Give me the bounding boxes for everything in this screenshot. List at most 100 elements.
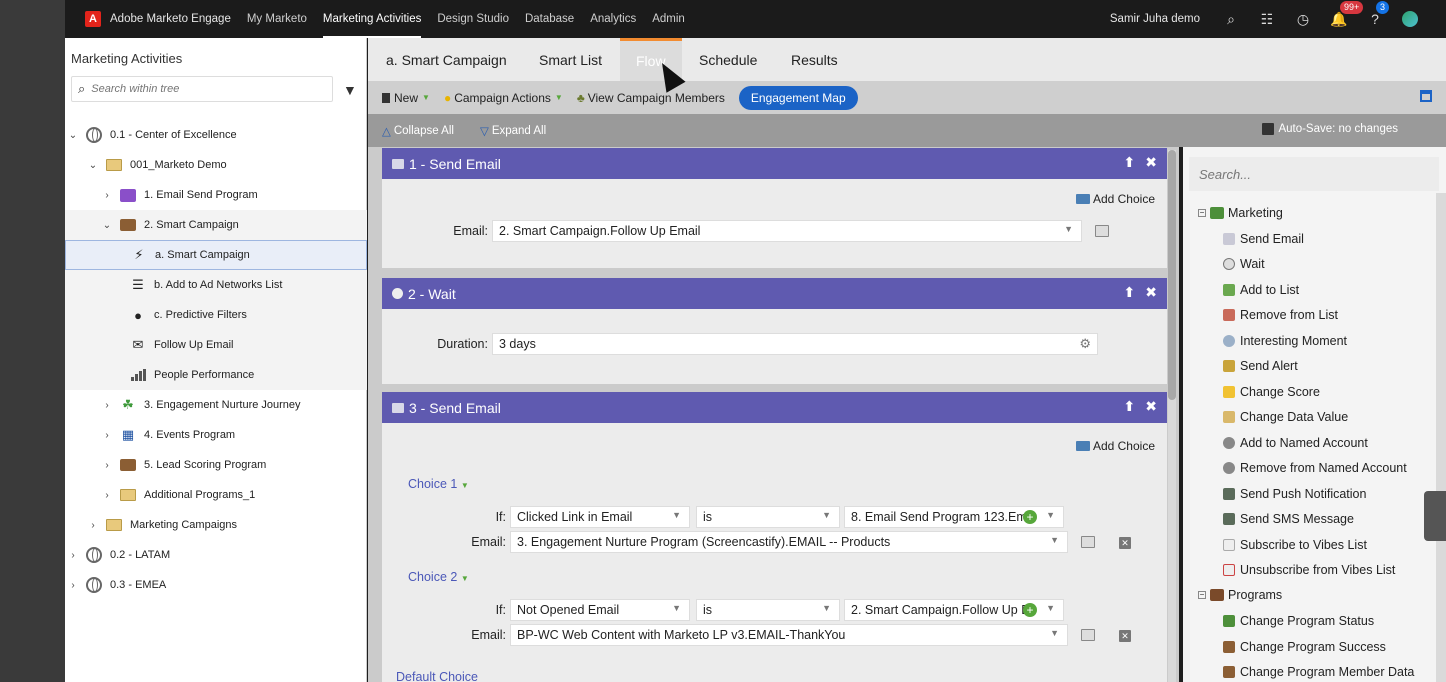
chevron-right-icon[interactable]: › bbox=[87, 520, 99, 531]
chevron-right-icon[interactable]: › bbox=[67, 580, 79, 591]
tree-item[interactable]: › ▦ 4. Events Program bbox=[65, 420, 367, 450]
move-up-icon[interactable]: ⬆ bbox=[1124, 398, 1136, 415]
choice-1-email-select[interactable]: 3. Engagement Nurture Program (Screencas… bbox=[510, 531, 1068, 553]
tree-item[interactable]: ● c. Predictive Filters bbox=[65, 300, 367, 330]
palette-item[interactable]: Wait bbox=[1223, 254, 1265, 274]
palette-item[interactable]: Remove from Named Account bbox=[1223, 458, 1407, 478]
close-icon[interactable]: ✖ bbox=[1145, 154, 1157, 171]
collapse-all-button[interactable]: △ Collapse All bbox=[382, 124, 454, 138]
clipboard-icon[interactable]: ☷ bbox=[1258, 10, 1276, 28]
choice-1-target-select[interactable]: 8. Email Send Program 123.Ema + ▼ bbox=[844, 506, 1064, 528]
email-select[interactable]: 2. Smart Campaign.Follow Up Email ▼ bbox=[492, 220, 1082, 242]
user-name[interactable]: Samir Juha demo bbox=[1110, 13, 1200, 25]
default-choice-label[interactable]: Default Choice bbox=[396, 670, 478, 682]
choice-2-email-select[interactable]: BP-WC Web Content with Marketo LP v3.EMA… bbox=[510, 624, 1068, 646]
step-header[interactable]: 3 - Send Email ⬆ ✖ bbox=[382, 392, 1167, 423]
add-icon[interactable]: + bbox=[1023, 510, 1037, 524]
choice-2-condition-select[interactable]: Not Opened Email ▼ bbox=[510, 599, 690, 621]
choice-2-target-select[interactable]: 2. Smart Campaign.Follow Up E + ▼ bbox=[844, 599, 1064, 621]
palette-group-programs[interactable]: − Programs bbox=[1198, 588, 1282, 602]
nav-database[interactable]: Database bbox=[525, 0, 574, 38]
tree-item[interactable]: › 0.2 - LATAM bbox=[65, 540, 367, 570]
chevron-right-icon[interactable]: › bbox=[101, 190, 113, 201]
chevron-down-icon[interactable]: ⌄ bbox=[67, 130, 79, 141]
search-icon[interactable]: ⌕ bbox=[1222, 10, 1240, 28]
new-menu[interactable]: New ▼ bbox=[382, 91, 430, 105]
tree-search[interactable]: ⌕ bbox=[71, 76, 333, 102]
engagement-map-button[interactable]: Engagement Map bbox=[738, 85, 858, 110]
palette-item[interactable]: Subscribe to Vibes List bbox=[1223, 535, 1367, 555]
close-icon[interactable]: ✖ bbox=[1145, 284, 1157, 301]
campaign-actions-menu[interactable]: ● Campaign Actions ▼ bbox=[444, 91, 563, 105]
move-up-icon[interactable]: ⬆ bbox=[1124, 154, 1136, 171]
tree-item[interactable]: ⌄ 0.1 - Center of Excellence bbox=[65, 120, 367, 150]
choice-2-label[interactable]: Choice 2 ▼ bbox=[408, 570, 469, 584]
chevron-right-icon[interactable]: › bbox=[101, 490, 113, 501]
palette-search-input[interactable]: Search... bbox=[1189, 157, 1439, 191]
avatar[interactable] bbox=[1402, 11, 1418, 27]
bell-icon[interactable]: 🔔 99+ bbox=[1330, 1, 1364, 28]
gear-icon[interactable]: ⚙ bbox=[1079, 336, 1091, 352]
nav-admin[interactable]: Admin bbox=[652, 0, 685, 38]
palette-item[interactable]: Send Email bbox=[1223, 229, 1304, 249]
expand-all-button[interactable]: ▽ Expand All bbox=[480, 124, 546, 138]
tree-item[interactable]: › Additional Programs_1 bbox=[65, 480, 367, 510]
tab-smart-campaign[interactable]: a. Smart Campaign bbox=[370, 38, 523, 81]
palette-item[interactable]: Change Program Member Data bbox=[1223, 662, 1414, 682]
tree-item[interactable]: › 0.3 - EMEA bbox=[65, 570, 367, 600]
remove-icon[interactable]: ✕ bbox=[1119, 630, 1131, 642]
palette-item[interactable]: Send Push Notification bbox=[1223, 484, 1366, 504]
palette-item[interactable]: Change Program Status bbox=[1223, 611, 1374, 631]
tree-item[interactable]: ⌄ 001_Marketo Demo bbox=[65, 150, 367, 180]
palette-item[interactable]: Send Alert bbox=[1223, 356, 1298, 376]
tree-item[interactable]: ☰ b. Add to Ad Networks List bbox=[65, 270, 367, 300]
add-choice-button[interactable]: Add Choice bbox=[1075, 439, 1155, 453]
tab-smart-list[interactable]: Smart List bbox=[523, 38, 618, 81]
step-header[interactable]: 2 - Wait ⬆ ✖ bbox=[382, 278, 1167, 309]
palette-item[interactable]: Unsubscribe from Vibes List bbox=[1223, 560, 1395, 580]
palette-item[interactable]: Change Score bbox=[1223, 382, 1320, 402]
remove-icon[interactable]: ✕ bbox=[1119, 537, 1131, 549]
add-icon[interactable]: + bbox=[1023, 603, 1037, 617]
palette-item[interactable]: Send SMS Message bbox=[1223, 509, 1354, 529]
tree-item[interactable]: People Performance bbox=[65, 360, 367, 390]
tree-item[interactable]: ⌄ 2. Smart Campaign bbox=[65, 210, 367, 240]
palette-item[interactable]: Change Program Success bbox=[1223, 637, 1386, 657]
tab-schedule[interactable]: Schedule bbox=[683, 38, 773, 81]
add-choice-button[interactable]: Add Choice bbox=[1075, 192, 1155, 206]
close-icon[interactable]: ✖ bbox=[1145, 398, 1157, 415]
palette-group-marketing[interactable]: − Marketing bbox=[1198, 206, 1283, 220]
view-campaign-members-button[interactable]: ♣ View Campaign Members bbox=[577, 91, 725, 105]
help-icon[interactable]: ? 3 bbox=[1366, 1, 1390, 28]
step-header[interactable]: 1 - Send Email ⬆ ✖ bbox=[382, 148, 1167, 179]
chevron-right-icon[interactable]: › bbox=[101, 430, 113, 441]
palette-item[interactable]: Add to Named Account bbox=[1223, 433, 1368, 453]
palette-item[interactable]: Interesting Moment bbox=[1223, 331, 1347, 351]
tree-item[interactable]: › 5. Lead Scoring Program bbox=[65, 450, 367, 480]
adobe-logo[interactable]: A Adobe Marketo Engage bbox=[85, 11, 231, 27]
tab-results[interactable]: Results bbox=[775, 38, 854, 81]
collapse-icon[interactable]: − bbox=[1198, 209, 1206, 217]
flow-scrollbar[interactable] bbox=[1168, 150, 1176, 682]
tree-item[interactable]: › ☘ 3. Engagement Nurture Journey bbox=[65, 390, 367, 420]
palette-item[interactable]: Remove from List bbox=[1223, 305, 1338, 325]
nav-marketing-activities[interactable]: Marketing Activities bbox=[322, 0, 422, 38]
filter-icon[interactable]: ▼ bbox=[343, 82, 357, 98]
chevron-right-icon[interactable]: › bbox=[101, 460, 113, 471]
choice-2-operator-select[interactable]: is ▼ bbox=[696, 599, 840, 621]
palette-scrollbar[interactable] bbox=[1436, 193, 1446, 682]
nav-design-studio[interactable]: Design Studio bbox=[437, 0, 509, 38]
chevron-right-icon[interactable]: › bbox=[101, 400, 113, 411]
tree-item[interactable]: ✉ Follow Up Email bbox=[65, 330, 367, 360]
scrollbar-thumb[interactable] bbox=[1168, 150, 1176, 400]
nav-analytics[interactable]: Analytics bbox=[590, 0, 636, 38]
collapse-icon[interactable]: − bbox=[1198, 591, 1206, 599]
tree-search-input[interactable] bbox=[91, 83, 312, 95]
preview-icon[interactable] bbox=[1081, 629, 1095, 641]
preview-icon[interactable] bbox=[1081, 536, 1095, 548]
maximize-icon[interactable] bbox=[1420, 90, 1432, 102]
chevron-down-icon[interactable]: ⌄ bbox=[87, 160, 99, 171]
nav-my-marketo[interactable]: My Marketo bbox=[247, 0, 307, 38]
clock-icon[interactable]: ◷ bbox=[1294, 10, 1312, 28]
tree-item[interactable]: › Marketing Campaigns bbox=[65, 510, 367, 540]
